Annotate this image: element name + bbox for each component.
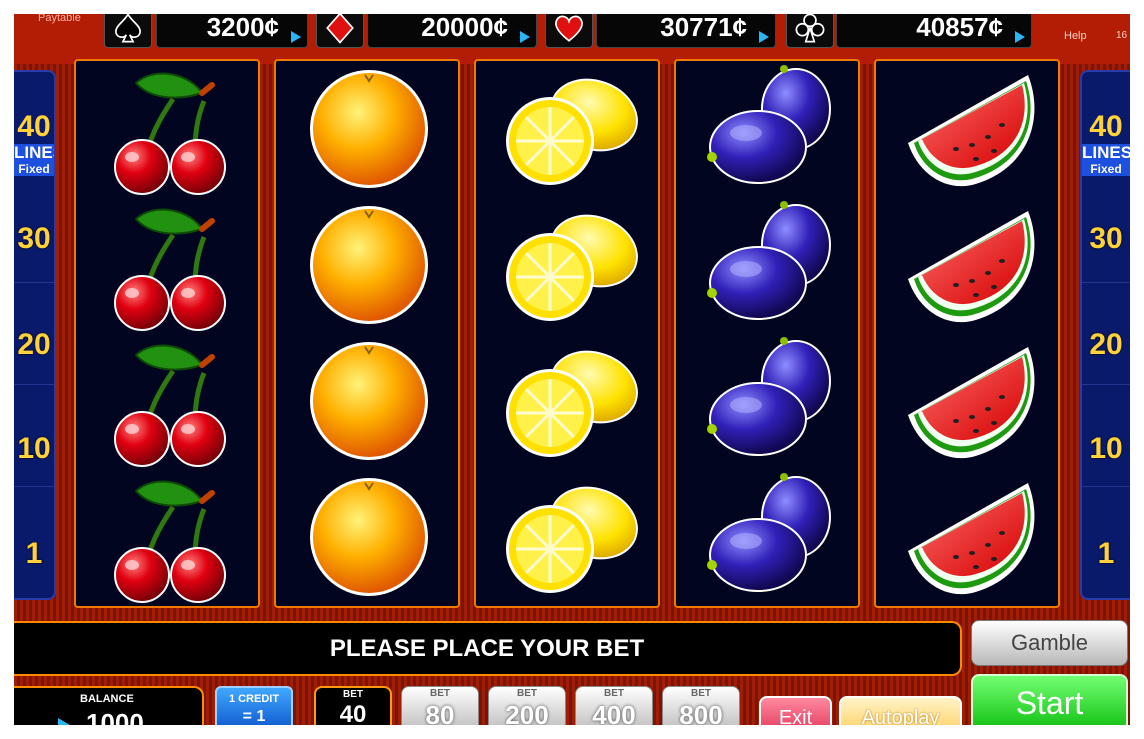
line-marker-1: 1 — [25, 537, 43, 570]
credit-label: 1 CREDIT — [228, 693, 280, 705]
credit-button[interactable]: 1 CREDIT = 1 — [215, 686, 293, 725]
bet-caption: BET — [517, 688, 537, 699]
lemon-symbol — [476, 197, 658, 333]
cherries-symbol — [76, 469, 258, 605]
credit-value: = 1 — [242, 708, 266, 725]
line-marker-30: 30 — [17, 222, 51, 255]
bet-value: 200 — [505, 700, 549, 725]
bet-value: 40 — [339, 701, 367, 725]
balance-arrow-icon — [58, 718, 70, 725]
balance-value: 1000 — [86, 708, 144, 725]
lines-count: 40 — [17, 110, 51, 143]
lines-fixed-label: Fixed — [1082, 162, 1130, 176]
bet-caption: BET — [691, 688, 711, 699]
plums-symbol — [676, 197, 858, 333]
line-marker-10: 10 — [1089, 432, 1123, 465]
jackpot-arrow-icon — [291, 31, 301, 43]
orange-symbol — [276, 197, 458, 333]
line-marker-10: 10 — [17, 432, 51, 465]
balance-display: BALANCE 1000 — [14, 686, 204, 725]
jackpot-clubs: 40857¢ — [836, 14, 1032, 48]
help-number: 16 — [1116, 30, 1128, 41]
bet-value: 800 — [679, 700, 723, 725]
gamble-button[interactable]: Gamble — [971, 620, 1128, 666]
watermelon-symbol — [876, 197, 1058, 333]
jackpot-diamonds-value: 20000¢ — [421, 14, 508, 42]
reel-4 — [674, 59, 860, 608]
lemon-symbol — [476, 469, 658, 605]
paytable-link[interactable]: Paytable — [38, 14, 81, 24]
help-button[interactable]: Help — [1064, 30, 1087, 42]
plums-symbol — [676, 61, 858, 197]
heart-icon — [545, 14, 593, 48]
lemon-symbol — [476, 333, 658, 469]
status-message: PLEASE PLACE YOUR BET — [14, 621, 962, 676]
balance-label: BALANCE — [80, 693, 134, 705]
plums-symbol — [676, 333, 858, 469]
orange-symbol — [276, 469, 458, 605]
lines-panel-left: 40 LINES Fixed 30 20 10 1 — [14, 70, 56, 600]
reel-3 — [474, 59, 660, 608]
bet-button-200[interactable]: BET 200 — [488, 686, 566, 725]
spade-icon — [104, 14, 152, 48]
line-marker-1: 1 — [1097, 537, 1115, 570]
jackpot-hearts-value: 30771¢ — [660, 14, 747, 42]
orange-symbol — [276, 61, 458, 197]
bet-caption: BET — [343, 689, 363, 700]
bet-button-40[interactable]: BET 40 — [314, 686, 392, 725]
reel-5 — [874, 59, 1060, 608]
bet-button-800[interactable]: BET 800 — [662, 686, 740, 725]
bet-caption: BET — [430, 688, 450, 699]
watermelon-symbol — [876, 333, 1058, 469]
line-marker-20: 20 — [1089, 328, 1123, 361]
lines-label: LINES — [14, 143, 54, 162]
watermelon-symbol — [876, 61, 1058, 197]
lines-count: 40 — [1089, 110, 1123, 143]
cherries-symbol — [76, 333, 258, 469]
jackpot-spades: 3200¢ — [156, 14, 308, 48]
jackpot-clubs-value: 40857¢ — [916, 14, 1003, 42]
line-marker-20: 20 — [17, 328, 51, 361]
lines-label: LINES — [1082, 143, 1130, 162]
bet-button-80[interactable]: BET 80 — [401, 686, 479, 725]
diamond-icon — [316, 14, 364, 48]
reel-2 — [274, 59, 460, 608]
jackpot-spades-value: 3200¢ — [206, 14, 279, 42]
jackpot-arrow-icon — [759, 31, 769, 43]
jackpot-arrow-icon — [520, 31, 530, 43]
watermelon-symbol — [876, 469, 1058, 605]
cherries-symbol — [76, 197, 258, 333]
lines-fixed-label: Fixed — [14, 162, 54, 176]
start-button[interactable]: Start — [971, 674, 1128, 725]
jackpot-diamonds: 20000¢ — [367, 14, 537, 48]
bet-caption: BET — [604, 688, 624, 699]
autoplay-button[interactable]: Autoplay — [839, 696, 962, 725]
lines-panel-right: 40 LINES Fixed 30 20 10 1 — [1080, 70, 1130, 600]
reel-1 — [74, 59, 260, 608]
jackpot-hearts: 30771¢ — [596, 14, 776, 48]
orange-symbol — [276, 333, 458, 469]
slot-machine: Paytable 3200¢ 20000¢ 30771¢ 40857¢ Help… — [14, 14, 1130, 725]
lemon-symbol — [476, 61, 658, 197]
bet-button-400[interactable]: BET 400 — [575, 686, 653, 725]
bet-value: 80 — [425, 700, 455, 725]
jackpot-bar: Paytable 3200¢ 20000¢ 30771¢ 40857¢ Help… — [14, 14, 1130, 64]
plums-symbol — [676, 469, 858, 605]
cherries-symbol — [76, 61, 258, 197]
exit-button[interactable]: Exit — [759, 696, 832, 725]
line-marker-30: 30 — [1089, 222, 1123, 255]
jackpot-arrow-icon — [1015, 31, 1025, 43]
club-icon — [786, 14, 834, 48]
bet-value: 400 — [592, 700, 636, 725]
